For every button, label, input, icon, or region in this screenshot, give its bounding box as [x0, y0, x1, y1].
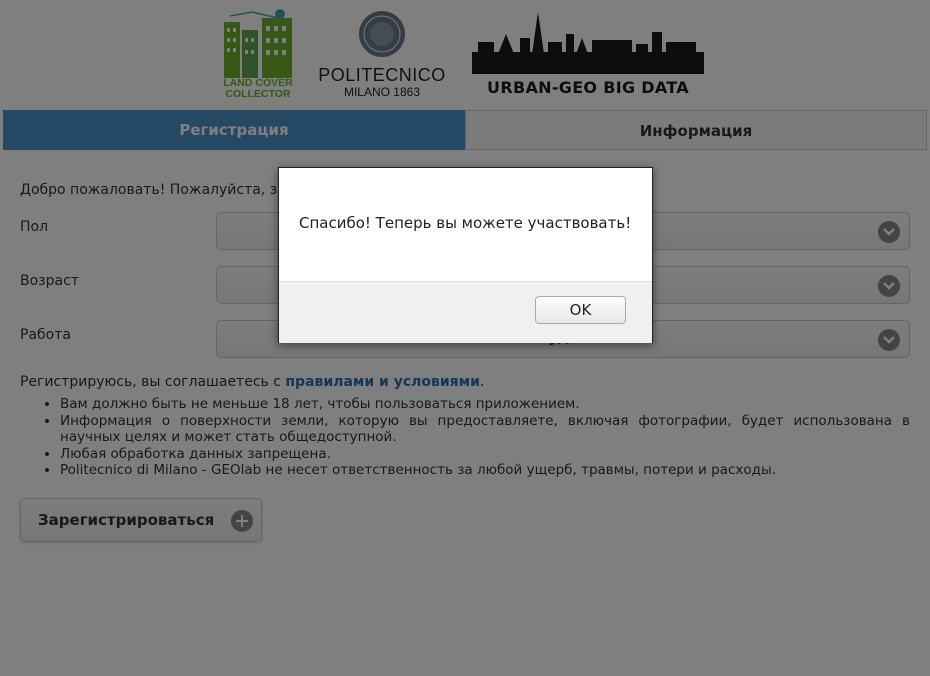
ok-button[interactable]: OK: [535, 296, 626, 324]
dialog-message: Спасибо! Теперь вы можете участвовать!: [299, 214, 632, 232]
dialog-footer: OK: [279, 281, 652, 343]
alert-dialog: Спасибо! Теперь вы можете участвовать! O…: [278, 167, 653, 343]
